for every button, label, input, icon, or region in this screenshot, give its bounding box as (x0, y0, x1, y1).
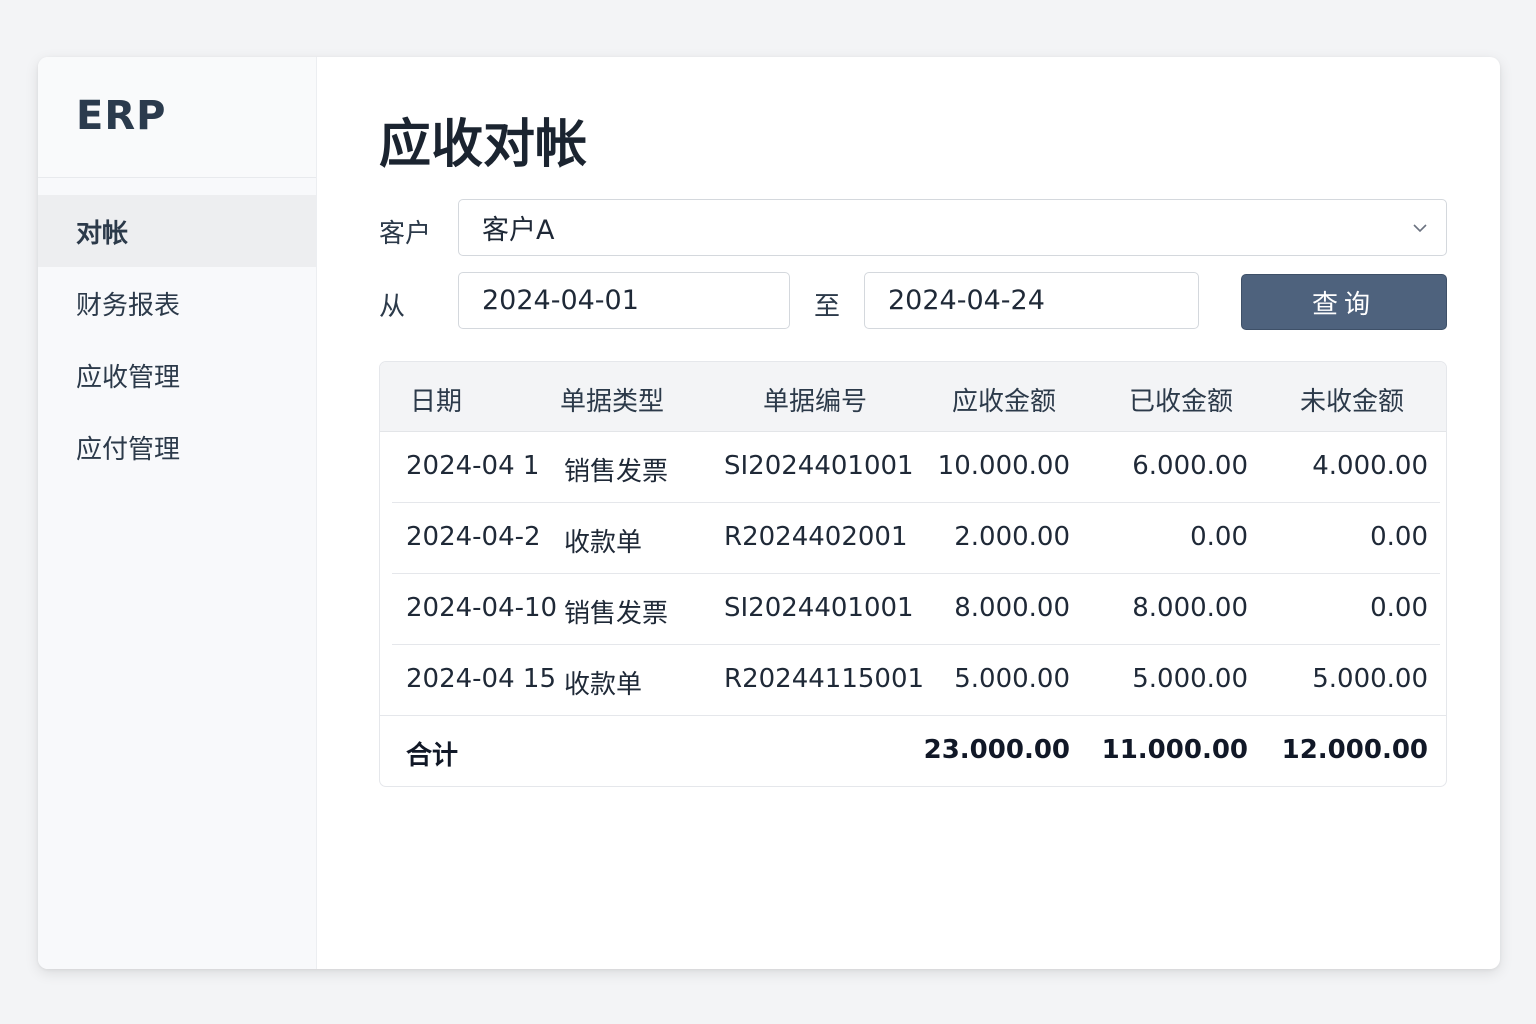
cell-received: 6.000.00 (1132, 451, 1248, 481)
page-title: 应收对帐 (379, 115, 588, 175)
from-date-value: 2024-04-01 (482, 285, 639, 316)
cell-outstanding: 0.00 (1370, 522, 1428, 552)
cell-doc-number: R20244115001 (724, 664, 925, 694)
header-date: 日期 (410, 387, 463, 417)
sidebar-item-reconciliation[interactable]: 对帐 (38, 195, 316, 267)
cell-outstanding: 5.000.00 (1312, 664, 1428, 694)
cell-receivable: 2.000.00 (954, 522, 1070, 552)
to-date-field[interactable]: 2024-04-24 (864, 272, 1199, 329)
sidebar-item-payables[interactable]: 应付管理 (38, 411, 316, 483)
cell-date: 2024-04 15 (406, 664, 556, 694)
total-outstanding: 12.000.00 (1281, 735, 1428, 765)
to-date-value: 2024-04-24 (888, 285, 1045, 316)
sidebar-nav: 对帐 财务报表 应收管理 应付管理 (38, 195, 316, 483)
reconciliation-table: 日期 单据类型 单据编号 应收金额 已收金额 未收金额 2024-04 1 销售… (379, 361, 1447, 787)
from-date-field[interactable]: 2024-04-01 (458, 272, 790, 329)
table-header: 日期 单据类型 单据编号 应收金额 已收金额 未收金额 (380, 362, 1446, 432)
chevron-down-icon (1413, 224, 1427, 233)
header-received: 已收金额 (1129, 387, 1234, 417)
table-row[interactable]: 2024-04 15 收款单 R20244115001 5.000.00 5.0… (380, 645, 1446, 716)
header-doc-number: 单据编号 (763, 387, 868, 417)
sidebar: ERP 对帐 财务报表 应收管理 应付管理 (38, 57, 317, 969)
sidebar-item-label: 应收管理 (76, 362, 181, 393)
header-receivable: 应收金额 (952, 387, 1057, 417)
main-content: 应收对帐 客户 客户A 从 2024-04-01 至 2024-04-24 查询… (317, 57, 1500, 969)
customer-select-value: 客户A (482, 215, 555, 246)
cell-receivable: 10.000.00 (937, 451, 1070, 481)
cell-receivable: 8.000.00 (954, 593, 1070, 623)
cell-received: 5.000.00 (1132, 664, 1248, 694)
cell-doc-number: R2024402001 (724, 522, 908, 552)
total-label: 合计 (406, 741, 459, 771)
to-label: 至 (814, 292, 841, 322)
app-window: ERP 对帐 财务报表 应收管理 应付管理 应收对帐 客户 客户A 从 2024… (38, 57, 1500, 969)
customer-select[interactable]: 客户A (458, 199, 1447, 256)
cell-doc-type: 收款单 (564, 670, 643, 700)
cell-outstanding: 4.000.00 (1312, 451, 1428, 481)
cell-received: 8.000.00 (1132, 593, 1248, 623)
sidebar-item-label: 应付管理 (76, 434, 181, 465)
sidebar-item-label: 财务报表 (76, 290, 181, 321)
brand-logo: ERP (38, 57, 316, 178)
table-total-row: 合计 23.000.00 11.000.00 12.000.00 (380, 716, 1446, 786)
total-received: 11.000.00 (1101, 735, 1248, 765)
table-row[interactable]: 2024-04-10 销售发票 SI2024401001 8.000.00 8.… (380, 574, 1446, 645)
query-button-label: 查询 (1311, 289, 1376, 320)
sidebar-item-financial-reports[interactable]: 财务报表 (38, 267, 316, 339)
cell-doc-number: SI2024401001 (724, 593, 914, 623)
cell-date: 2024-04 1 (406, 451, 540, 481)
total-receivable: 23.000.00 (923, 735, 1070, 765)
from-label: 从 (379, 292, 406, 322)
cell-date: 2024-04-10 (406, 593, 558, 623)
table-row[interactable]: 2024-04 1 销售发票 SI2024401001 10.000.00 6.… (380, 432, 1446, 503)
query-button[interactable]: 查询 (1241, 274, 1447, 330)
cell-doc-number: SI2024401001 (724, 451, 914, 481)
sidebar-item-label: 对帐 (76, 218, 129, 249)
cell-received: 0.00 (1190, 522, 1248, 552)
cell-receivable: 5.000.00 (954, 664, 1070, 694)
cell-outstanding: 0.00 (1370, 593, 1428, 623)
sidebar-item-receivables[interactable]: 应收管理 (38, 339, 316, 411)
header-doc-type: 单据类型 (560, 387, 665, 417)
customer-label: 客户 (379, 219, 432, 249)
cell-doc-type: 销售发票 (564, 457, 669, 487)
cell-doc-type: 销售发票 (564, 599, 669, 629)
table-row[interactable]: 2024-04-2 收款单 R2024402001 2.000.00 0.00 … (380, 503, 1446, 574)
cell-doc-type: 收款单 (564, 528, 643, 558)
cell-date: 2024-04-2 (406, 522, 541, 552)
header-outstanding: 未收金额 (1300, 387, 1405, 417)
